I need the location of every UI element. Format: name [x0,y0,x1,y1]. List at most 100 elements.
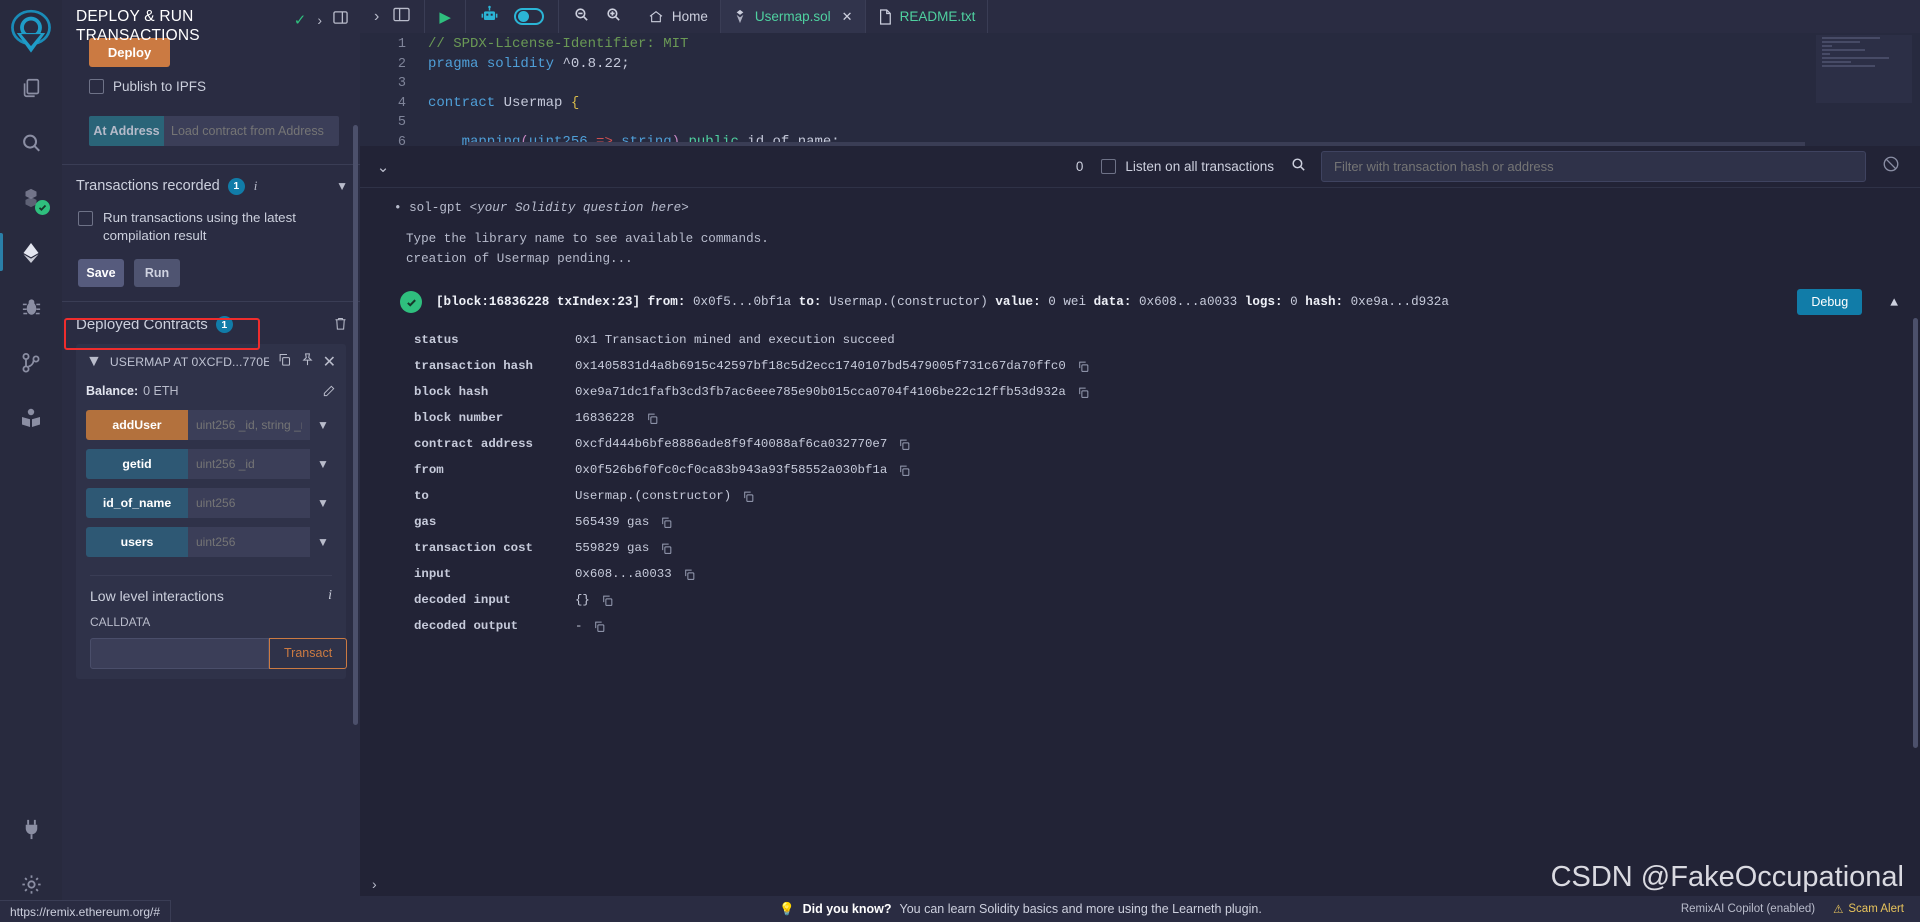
run-latest-compilation-row[interactable]: Run transactions using the latest compil… [62,195,360,245]
zoom-out-icon[interactable] [573,6,590,28]
run-script-icon[interactable]: ▶ [439,8,451,26]
editor-minimap[interactable] [1816,35,1912,103]
tx-value: 0 wei [1048,295,1087,309]
debug-button[interactable]: Debug [1797,289,1863,315]
copy-icon[interactable] [742,490,755,503]
remix-logo-icon[interactable] [4,6,58,60]
calldata-input[interactable] [90,637,269,669]
expand-function-icon[interactable]: ▼ [310,449,336,479]
transact-button[interactable]: Transact [269,637,348,669]
robot-icon[interactable] [480,5,499,29]
tab-usermap-sol[interactable]: Usermap.sol ✕ [720,0,866,33]
function-params-input-id-of-name[interactable] [188,487,310,518]
tab-home[interactable]: Home [636,0,721,33]
copilot-toggle[interactable] [513,8,544,25]
low-level-info-icon[interactable]: i [328,588,332,604]
scam-alert[interactable]: ⚠ Scam Alert [1833,902,1904,916]
editor-code-content[interactable]: // SPDX-License-Identifier: MIT pragma so… [406,33,1920,146]
copy-icon[interactable] [660,542,673,555]
function-button-getid[interactable]: getid [86,448,188,479]
publish-to-ipfs-label: Publish to IPFS [113,78,207,94]
copy-icon[interactable] [660,516,673,529]
detail-key: transaction cost [414,541,533,555]
did-you-know-label: Did you know? [802,902,892,916]
clear-deployed-contracts-icon[interactable] [333,316,348,334]
function-button-users[interactable]: users [86,526,188,557]
deployed-contracts-header: Deployed Contracts 1 [62,312,360,338]
close-tab-icon[interactable]: ✕ [842,9,853,25]
terminal-collapse-icon[interactable]: ⌄ [360,158,406,176]
code-editor[interactable]: 1 2 3 4 5 6 // SPDX-License-Identifier: … [360,33,1920,146]
expand-panel-icon[interactable]: › [374,8,379,26]
sidebar-item-search[interactable] [0,115,62,170]
collapse-transaction-icon[interactable]: ▲ [1890,295,1898,310]
transactions-recorded-header[interactable]: Transactions recorded 1 i ▼ [62,165,360,195]
plug-icon [25,819,37,840]
function-button-id-of-name[interactable]: id_of_name [86,487,188,518]
listen-all-transactions-checkbox[interactable] [1101,159,1117,174]
at-address-button[interactable]: At Address [89,115,164,146]
terminal-expand-icon[interactable]: › [372,876,377,892]
sidebar-item-solidity-compiler[interactable] [0,170,62,225]
sidebar-item-file-explorer[interactable] [0,60,62,115]
tx-to: Usermap.(constructor) [829,295,988,309]
detail-key: to [414,489,429,503]
transaction-entry[interactable]: [block:16836228 txIndex:23] from: 0x0f5.… [400,289,1898,639]
function-button-adduser[interactable]: addUser [86,409,188,440]
at-address-row: At Address [89,115,339,146]
listen-all-transactions-row[interactable]: Listen on all transactions [1101,159,1274,174]
close-contract-icon[interactable]: ✕ [323,352,336,372]
publish-to-ipfs-row[interactable]: Publish to IPFS [89,78,346,94]
sidebar-item-debugger[interactable] [0,280,62,335]
tx-data-label: data: [1093,295,1132,309]
copilot-status[interactable]: RemixAI Copilot (enabled) [1681,903,1815,915]
run-button[interactable]: Run [134,258,180,287]
copy-icon[interactable] [1077,360,1090,373]
zoom-in-icon[interactable] [605,6,622,28]
copy-icon[interactable] [1077,386,1090,399]
clear-terminal-icon[interactable] [1882,155,1900,178]
run-latest-checkbox[interactable] [78,210,93,226]
tab-readme-txt[interactable]: README.txt [866,0,989,33]
edit-balance-icon[interactable] [322,384,336,401]
copy-address-icon[interactable] [277,352,292,372]
copy-icon[interactable] [646,412,659,425]
function-params-input-adduser[interactable] [188,409,310,440]
function-params-input-users[interactable] [188,526,310,557]
copy-icon[interactable] [898,464,911,477]
chevron-down-icon[interactable]: ▼ [336,179,348,193]
transaction-filter-input[interactable] [1321,151,1866,182]
panel-expand-chevron-icon[interactable]: › [317,12,322,28]
sidebar-item-plugin-manager[interactable] [0,802,62,857]
save-button[interactable]: Save [78,258,124,287]
terminal-scrollbar[interactable] [1913,318,1918,748]
at-address-input[interactable] [164,115,339,146]
sidepanel-scrollbar[interactable] [353,125,358,725]
contract-expand-chevron-icon[interactable]: ▼ [86,353,102,371]
copy-icon[interactable] [683,568,696,581]
detail-value: 0x608...a0033 [575,567,696,581]
expand-function-icon[interactable]: ▼ [310,527,336,557]
expand-function-icon[interactable]: ▼ [310,410,336,440]
expand-function-icon[interactable]: ▼ [310,488,336,518]
line-number: 1 [397,37,406,52]
copy-icon[interactable] [601,594,614,607]
copy-icon[interactable] [593,620,606,633]
files-icon [23,78,40,97]
layout-toggle-icon[interactable] [393,7,410,27]
pin-contract-icon[interactable] [300,352,315,372]
function-params-input-getid[interactable] [188,448,310,479]
terminal-search-icon[interactable] [1290,156,1307,178]
detail-key: decoded input [414,593,511,607]
sidebar-item-learneth[interactable] [0,390,62,445]
info-icon[interactable]: i [254,178,258,194]
publish-to-ipfs-checkbox[interactable] [89,78,104,94]
copy-icon[interactable] [898,438,911,451]
panel-layout-toggle-icon[interactable] [333,10,348,30]
sidebar-item-deploy-run[interactable] [0,225,62,280]
detail-value: 559829 gas [575,541,673,555]
ethereum-icon [23,242,39,263]
sidebar-item-git[interactable] [0,335,62,390]
terminal-output: • sol-gpt <your Solidity question here> … [360,188,1920,922]
compile-success-badge [35,200,50,215]
